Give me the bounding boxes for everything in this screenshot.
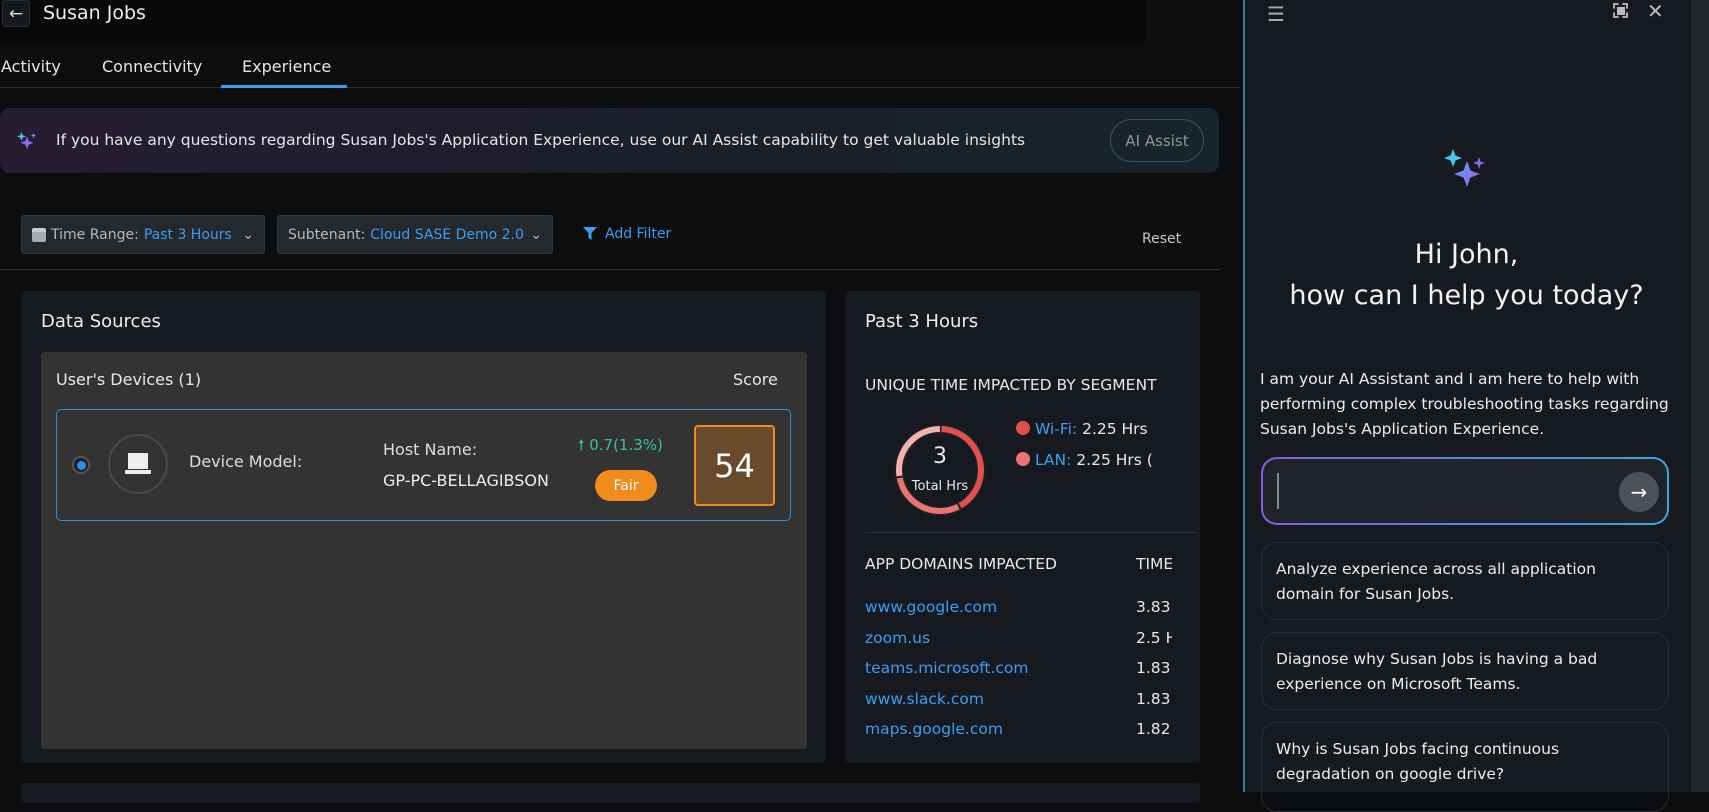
score-value: 54 [694, 425, 775, 506]
delta-percent: (1.3%) [613, 436, 663, 454]
greeting: Hi John, how can I help you today? [1243, 234, 1690, 316]
arrow-up-icon: 🠕 [578, 436, 585, 454]
device-model-label: Device Model: [189, 452, 303, 471]
tab-divider [0, 87, 1240, 88]
suggestion-1[interactable]: Analyze experience across all applicatio… [1261, 542, 1669, 620]
lan-label[interactable]: LAN: [1035, 451, 1071, 469]
chevron-down-icon: ⌄ [242, 226, 254, 243]
domain-link[interactable]: maps.google.com [865, 720, 1115, 738]
subtenant-label: Subtenant: [288, 226, 366, 243]
wifi-dot [1016, 421, 1030, 435]
reset-button[interactable]: Reset [1142, 231, 1181, 247]
close-icon[interactable]: ✕ [1647, 0, 1664, 23]
devices-label: User's Devices (1) [56, 370, 202, 389]
subtenant-filter[interactable]: Subtenant: Cloud SASE Demo 2.0 ⌄ [277, 215, 553, 254]
segment-title: UNIQUE TIME IMPACTED BY SEGMENT [865, 376, 1157, 394]
scrollbar[interactable] [1690, 0, 1709, 792]
domain-link[interactable]: www.slack.com [865, 690, 1115, 708]
domain-time: 1.83 [1136, 689, 1171, 708]
add-filter-button[interactable]: Add Filter [583, 226, 671, 242]
time-range-label: Time Range: [51, 226, 139, 243]
time-header: TIME [1136, 555, 1172, 573]
top-bar [0, 0, 1145, 44]
domain-link[interactable]: teams.microsoft.com [865, 659, 1115, 677]
rating-badge: Fair [595, 470, 657, 501]
legend-lan: LAN: 2.25 Hrs ( [1016, 451, 1172, 469]
back-button[interactable]: ← [2, 0, 30, 27]
donut-total: 3 [933, 444, 947, 469]
subtenant-value: Cloud SASE Demo 2.0 [370, 226, 524, 243]
arrow-left-icon: ← [8, 3, 24, 24]
assistant-intro: I am your AI Assistant and I am here to … [1260, 370, 1669, 438]
page-title: Susan Jobs [43, 2, 146, 24]
add-filter-label: Add Filter [605, 226, 672, 242]
filter-icon [583, 227, 597, 240]
score-label: Score [733, 370, 778, 389]
calendar-icon [32, 227, 46, 242]
time-range-filter[interactable]: Time Range: Past 3 Hours ⌄ [21, 215, 265, 254]
device-radio[interactable] [72, 456, 90, 474]
tab-activity[interactable]: Activity [1, 57, 61, 76]
tab-connectivity[interactable]: Connectivity [102, 57, 202, 76]
suggestion-2[interactable]: Diagnose why Susan Jobs is having a bad … [1261, 632, 1669, 710]
host-name-label: Host Name: [383, 440, 478, 459]
domain-link[interactable]: www.google.com [865, 598, 1115, 616]
domains-header: APP DOMAINS IMPACTED [865, 555, 1057, 573]
menu-icon[interactable]: ☰ [1267, 2, 1285, 26]
greeting-line-2: how can I help you today? [1289, 280, 1644, 311]
domain-time: 1.83 [1136, 659, 1171, 677]
maximize-icon[interactable] [1613, 3, 1628, 18]
sparkle-icon [16, 131, 37, 150]
section-divider [865, 532, 1198, 533]
domain-time: 1.82 [1136, 720, 1171, 738]
ai-sparkle-icon [1444, 149, 1485, 187]
filter-divider [0, 269, 1221, 270]
lan-value: 2.25 Hrs ( [1076, 451, 1153, 469]
wifi-label[interactable]: Wi-Fi: [1035, 420, 1077, 438]
banner-text: If you have any questions regarding Susa… [56, 131, 1026, 149]
send-button[interactable]: → [1619, 472, 1659, 512]
host-name-value: GP-PC-BELLAGIBSON [383, 471, 549, 490]
next-panel [21, 783, 1200, 803]
suggestion-3[interactable]: Why is Susan Jobs facing continuous degr… [1261, 722, 1669, 812]
chevron-down-icon: ⌄ [530, 226, 542, 243]
domain-link[interactable]: zoom.us [865, 629, 1115, 647]
domain-time: 3.83 [1136, 598, 1171, 616]
donut-total-label: Total Hrs [911, 479, 969, 494]
chat-input[interactable] [1277, 473, 1607, 509]
time-range-value: Past 3 Hours [143, 226, 232, 243]
wifi-value: 2.25 Hrs [1082, 420, 1148, 438]
lan-dot [1016, 452, 1030, 466]
segment-donut-chart [894, 424, 986, 516]
past-hours-title: Past 3 Hours [865, 311, 979, 332]
ai-assist-button[interactable]: AI Assist [1110, 119, 1204, 162]
tab-experience[interactable]: Experience [242, 57, 331, 76]
domain-time: 2.5 H [1136, 628, 1172, 647]
data-sources-title: Data Sources [41, 311, 161, 332]
active-tab-indicator [221, 85, 347, 88]
legend-wifi: Wi-Fi: 2.25 Hrs [1016, 420, 1172, 438]
delta-value: 0.7 [589, 436, 614, 454]
chat-input-box[interactable]: → [1261, 457, 1669, 525]
arrow-right-icon: → [1630, 480, 1648, 504]
score-delta: 🠕 0.7(1.3%) [578, 435, 663, 460]
greeting-line-1: Hi John, [1414, 239, 1519, 270]
laptop-icon [108, 434, 168, 494]
